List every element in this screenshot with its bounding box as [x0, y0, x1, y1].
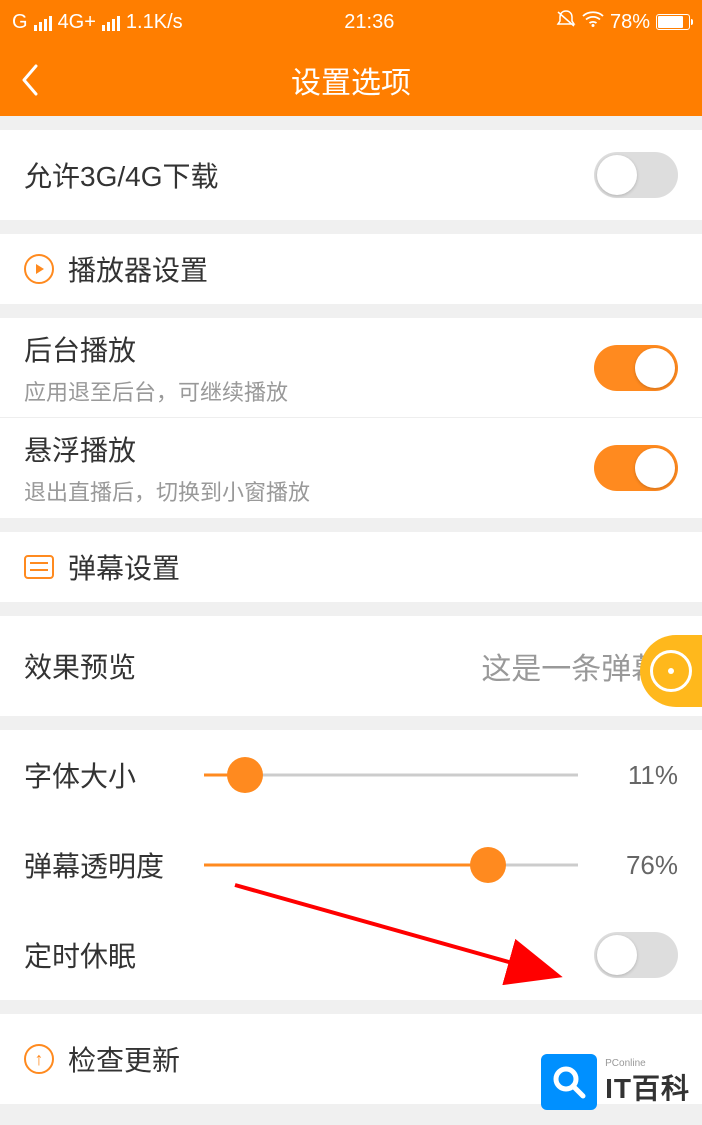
network-label: 4G+: [58, 11, 96, 34]
watermark-subtitle: PConline: [605, 1058, 690, 1069]
section-player: 播放器设置: [0, 234, 702, 304]
slider-opacity[interactable]: [204, 845, 578, 885]
row-label: 后台播放: [24, 329, 136, 369]
battery-label: 78%: [610, 11, 650, 34]
toggle-float-play[interactable]: [594, 445, 678, 491]
section-title: 播放器设置: [68, 249, 208, 289]
back-button[interactable]: [0, 44, 60, 116]
row-float-play[interactable]: 悬浮播放 退出直播后，切换到小窗播放: [0, 418, 702, 518]
row-allow-cellular-download[interactable]: 允许3G/4G下载: [0, 130, 702, 220]
nav-bar: 设置选项: [0, 44, 702, 116]
watermark-logo: [541, 1054, 597, 1110]
toggle-cellular-download[interactable]: [594, 152, 678, 198]
section-title: 弹幕设置: [68, 547, 180, 587]
row-label: 允许3G/4G下载: [24, 155, 218, 195]
signal-icon: [34, 13, 52, 31]
time-label: 21:36: [344, 11, 394, 34]
row-label: 悬浮播放: [24, 429, 136, 469]
watermark: PConline IT百科: [541, 1054, 690, 1110]
slider-font-size[interactable]: [204, 755, 578, 795]
row-label: 效果预览: [24, 646, 136, 686]
signal-icon-2: [102, 13, 120, 31]
section-danmu: 弹幕设置: [0, 532, 702, 602]
play-icon: [24, 254, 54, 284]
row-label: 检查更新: [68, 1039, 180, 1079]
row-sleep-timer[interactable]: 定时休眠: [0, 910, 702, 1000]
update-icon: ↑: [24, 1044, 54, 1074]
row-subtitle: 应用退至后台，可继续播放: [24, 375, 288, 407]
chat-fab[interactable]: [640, 635, 702, 707]
danmu-icon: [24, 555, 54, 579]
speed-label: 1.1K/s: [126, 11, 183, 34]
carrier-label: G: [12, 11, 28, 34]
toggle-background-play[interactable]: [594, 345, 678, 391]
row-font-size: 字体大小 11%: [0, 730, 702, 820]
row-opacity: 弹幕透明度 76%: [0, 820, 702, 910]
slider-value: 76%: [598, 850, 678, 881]
wifi-icon: [582, 10, 604, 34]
page-title: 设置选项: [0, 58, 702, 102]
chat-icon: [650, 650, 692, 692]
row-preview: 效果预览 这是一条弹幕a: [0, 616, 702, 716]
silent-icon: [556, 9, 576, 35]
toggle-sleep-timer[interactable]: [594, 932, 678, 978]
row-label: 定时休眠: [24, 935, 136, 975]
watermark-text: IT百科: [605, 1073, 690, 1104]
row-subtitle: 退出直播后，切换到小窗播放: [24, 475, 310, 507]
row-background-play[interactable]: 后台播放 应用退至后台，可继续播放: [0, 318, 702, 418]
slider-value: 11%: [598, 760, 678, 791]
slider-label: 弹幕透明度: [24, 845, 184, 885]
slider-label: 字体大小: [24, 755, 184, 795]
status-bar: G 4G+ 1.1K/s 21:36 78%: [0, 0, 702, 44]
battery-icon: [656, 14, 690, 30]
